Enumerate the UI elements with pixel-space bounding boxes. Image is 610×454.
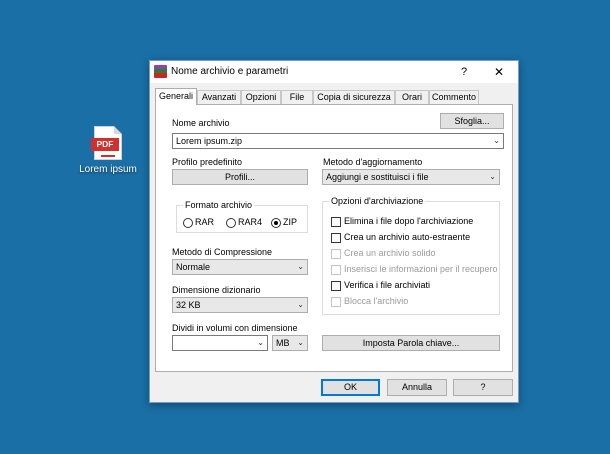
chevron-down-icon: ⌄ — [297, 262, 304, 271]
option-label: Elimina i file dopo l'archiviazione — [344, 216, 474, 226]
desktop-icon-label: Lorem ipsum — [79, 164, 137, 175]
format-rar-radio[interactable]: RAR — [183, 217, 214, 228]
option-label: Inserisci le informazioni per il recuper… — [344, 264, 498, 274]
option-label: Blocca l'archivio — [344, 296, 409, 306]
tab-orari[interactable]: Orari — [395, 90, 429, 104]
radio-zip-selected-icon — [271, 217, 281, 228]
checkbox-icon — [331, 280, 341, 291]
chevron-down-icon: ⌄ — [257, 338, 264, 347]
tab-file[interactable]: File — [281, 90, 313, 104]
chevron-down-icon: ⌄ — [493, 136, 500, 145]
option-label: Crea un archivio solido — [344, 248, 436, 258]
archive-format-label: Formato archivio — [183, 200, 255, 210]
compression-label: Metodo di Compressione — [172, 247, 273, 257]
tab-generali[interactable]: Generali — [155, 88, 197, 105]
chevron-down-icon: ⌄ — [297, 300, 304, 309]
split-volume-size-input[interactable]: ⌄ — [172, 335, 268, 351]
archive-parameters-dialog: Nome archivio e parametri ? ✕ Generali A… — [149, 60, 519, 403]
option-label: Crea un archivio auto-estraente — [344, 232, 471, 242]
winrar-app-icon — [154, 65, 167, 78]
archive-name-field[interactable]: Lorem ipsum.zip ⌄ — [172, 133, 504, 149]
option-self-extracting[interactable]: Crea un archivio auto-estraente — [331, 232, 470, 243]
browse-button[interactable]: Sfoglia... — [440, 113, 504, 129]
set-password-button[interactable]: Imposta Parola chiave... — [322, 335, 500, 351]
format-rar-label: RAR — [195, 217, 215, 227]
titlebar-help-button[interactable]: ? — [454, 64, 474, 80]
checkbox-icon — [331, 248, 341, 259]
tab-commento[interactable]: Commento — [429, 90, 479, 104]
help-button[interactable]: ? — [453, 379, 513, 396]
default-profile-label: Profilo predefinito — [172, 157, 243, 167]
option-delete-after-archiving[interactable]: Elimina i file dopo l'archiviazione — [331, 216, 473, 227]
general-tab-panel: Nome archivio Sfoglia... Lorem ipsum.zip… — [155, 104, 513, 372]
compression-value: Normale — [176, 262, 211, 272]
format-rar4-label: RAR4 — [238, 217, 263, 227]
checkbox-icon — [331, 296, 341, 307]
tab-copia-di-sicurezza[interactable]: Copia di sicurezza — [313, 90, 395, 104]
dictionary-value: 32 KB — [176, 300, 201, 310]
chevron-down-icon: ⌄ — [297, 338, 304, 347]
compression-select[interactable]: Normale ⌄ — [172, 259, 308, 275]
archive-name-value: Lorem ipsum.zip — [176, 136, 243, 146]
ok-button[interactable]: OK — [321, 379, 380, 396]
archiving-options-group: Opzioni d'archiviazione Elimina i file d… — [322, 196, 500, 315]
checkbox-icon — [331, 216, 341, 227]
chevron-down-icon: ⌄ — [489, 172, 496, 181]
archive-name-label: Nome archivio — [172, 118, 230, 128]
radio-rar4-icon — [226, 217, 236, 228]
checkbox-icon — [331, 232, 341, 243]
title-bar[interactable]: Nome archivio e parametri ? ✕ — [150, 61, 518, 83]
option-solid-archive: Crea un archivio solido — [331, 248, 436, 259]
format-zip-label: ZIP — [283, 217, 298, 227]
option-recovery-record: Inserisci le informazioni per il recuper… — [331, 264, 498, 275]
format-rar4-radio[interactable]: RAR4 — [226, 217, 262, 228]
dictionary-select[interactable]: 32 KB ⌄ — [172, 297, 308, 313]
option-lock-archive: Blocca l'archivio — [331, 296, 408, 307]
split-unit-value: MB — [276, 338, 290, 348]
radio-rar-icon — [183, 217, 193, 228]
dictionary-label: Dimensione dizionario — [172, 285, 261, 295]
option-label: Verifica i file archiviati — [344, 280, 431, 290]
profiles-button[interactable]: Profili... — [172, 169, 308, 185]
cancel-button[interactable]: Annulla — [387, 379, 447, 396]
split-volumes-label: Dividi in volumi con dimensione — [172, 323, 298, 333]
desktop-pdf-shortcut[interactable]: PDF Lorem ipsum — [76, 126, 140, 175]
option-verify-files[interactable]: Verifica i file archiviati — [331, 280, 430, 291]
pdf-file-icon: PDF — [91, 126, 122, 160]
archive-format-group: Formato archivio RAR RAR4 ZIP — [176, 200, 308, 233]
split-unit-select[interactable]: MB ⌄ — [272, 335, 308, 351]
format-zip-radio[interactable]: ZIP — [271, 217, 297, 228]
checkbox-icon — [331, 264, 341, 275]
dialog-title: Nome archivio e parametri — [171, 66, 289, 77]
close-icon[interactable]: ✕ — [488, 64, 510, 80]
tab-avanzati[interactable]: Avanzati — [197, 90, 241, 104]
tab-opzioni[interactable]: Opzioni — [241, 90, 281, 104]
pdf-badge: PDF — [91, 138, 119, 151]
update-method-select[interactable]: Aggiungi e sostituisci i file ⌄ — [322, 169, 500, 185]
archiving-options-label: Opzioni d'archiviazione — [329, 196, 426, 206]
update-method-label: Metodo d'aggiornamento — [323, 157, 423, 167]
update-method-value: Aggiungi e sostituisci i file — [326, 172, 429, 182]
